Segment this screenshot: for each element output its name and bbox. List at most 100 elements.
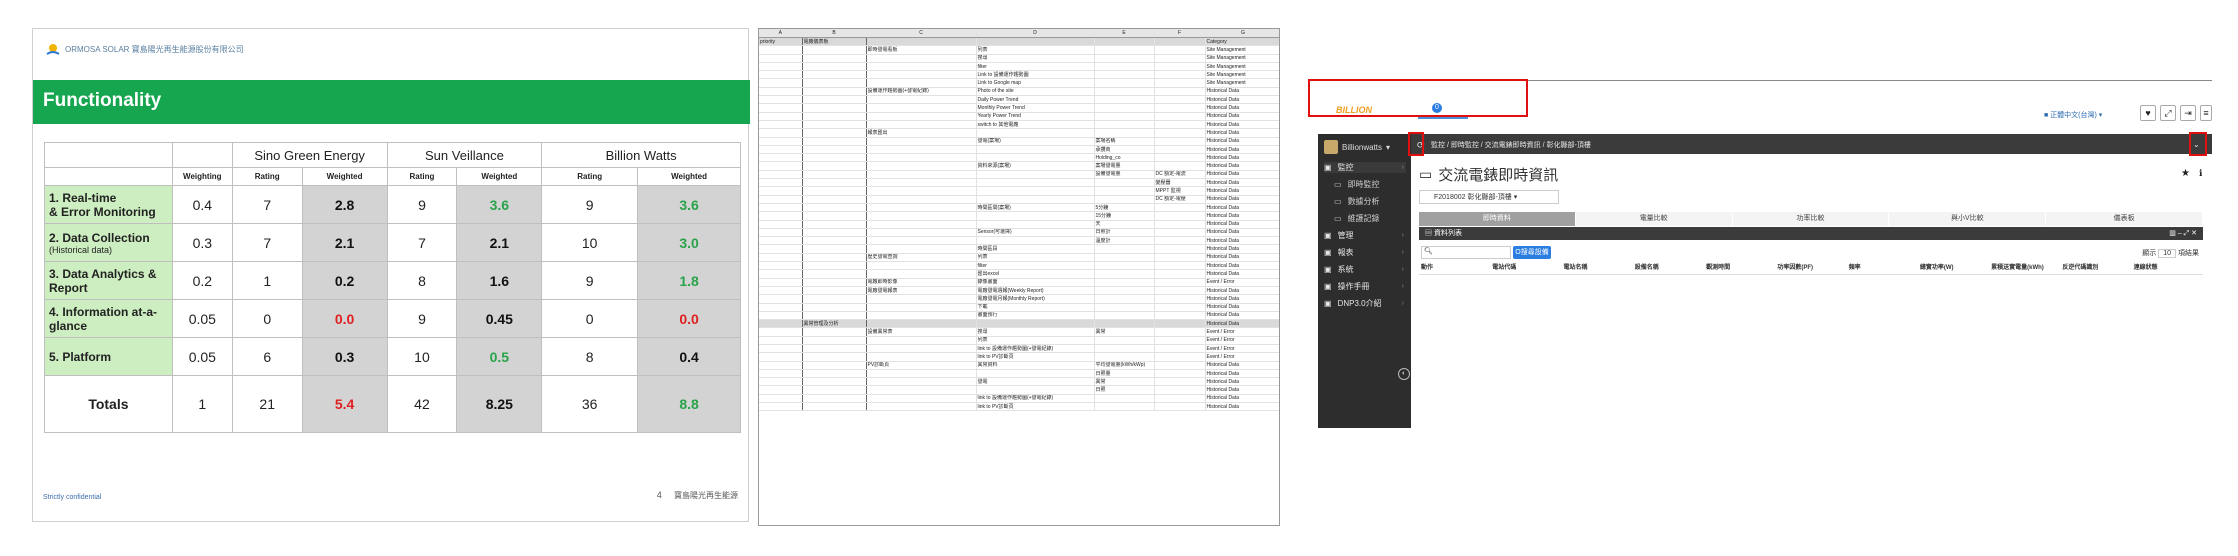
sheet-cell[interactable] <box>1094 311 1155 321</box>
sheet-cell[interactable] <box>1094 128 1155 138</box>
sheet-cell[interactable] <box>1094 319 1155 329</box>
sheet-cell[interactable] <box>866 344 977 354</box>
sheet-cell[interactable]: MPPT 監視 <box>1154 186 1206 196</box>
sheet-cell[interactable] <box>1094 62 1155 72</box>
sheet-cell[interactable] <box>866 178 977 188</box>
sheet-cell[interactable]: priority <box>759 37 803 47</box>
sidebar-item[interactable]: ▭ 維護記錄 <box>1334 213 1416 224</box>
sheet-cell[interactable] <box>1094 402 1155 412</box>
sheet-cell[interactable] <box>802 294 867 304</box>
sheet-cell[interactable] <box>866 120 977 130</box>
sheet-cell[interactable]: Site Management <box>1205 62 1279 72</box>
sheet-cell[interactable] <box>866 377 977 387</box>
sheet-cell[interactable] <box>866 203 977 213</box>
sheet-cell[interactable]: 匯出excel <box>976 269 1095 279</box>
column-header[interactable]: 電站代碼 <box>1490 262 1561 274</box>
sheet-cell[interactable] <box>759 170 803 180</box>
sheet-cell[interactable] <box>802 394 867 404</box>
sheet-cell[interactable]: Historical Data <box>1205 319 1279 329</box>
sheet-cell[interactable] <box>759 45 803 55</box>
sheet-cell[interactable] <box>759 161 803 171</box>
sheet-cell[interactable]: Daily Power Trend <box>976 95 1095 105</box>
sheet-cell[interactable] <box>866 303 977 312</box>
sidebar-item[interactable]: ▣ 操作手冊 › <box>1324 281 1406 292</box>
sheet-cell[interactable] <box>802 78 867 88</box>
sheet-cell[interactable] <box>1154 278 1206 287</box>
sheet-cell[interactable]: Historical Data <box>1205 161 1279 171</box>
sheet-cell[interactable] <box>802 153 867 163</box>
sheet-cell[interactable] <box>802 45 867 55</box>
sheet-cell[interactable]: Site Management <box>1205 70 1279 80</box>
sheet-cell[interactable]: 異常 <box>1094 377 1155 387</box>
sheet-cell[interactable]: Link to Google map <box>976 78 1095 88</box>
sheet-cell[interactable] <box>1094 37 1155 47</box>
sheet-cell[interactable]: link to PV診斷頁 <box>976 402 1095 412</box>
sheet-cell[interactable]: 異常 <box>1094 327 1155 337</box>
sheet-cell[interactable]: Site Management <box>1205 54 1279 63</box>
column-header[interactable]: 頻率 <box>1847 262 1918 274</box>
sheet-cell[interactable] <box>866 70 977 80</box>
sheet-cell[interactable] <box>802 311 867 321</box>
sheet-cell[interactable]: 承攬商 <box>1094 145 1155 155</box>
sheet-cell[interactable] <box>759 103 803 113</box>
sheet-cell[interactable]: Historical Data <box>1205 145 1279 155</box>
sheet-cell[interactable] <box>1094 344 1155 354</box>
sheet-cell[interactable]: filter <box>976 62 1095 72</box>
sheet-cell[interactable] <box>1154 211 1206 221</box>
sheet-cell[interactable] <box>1154 377 1206 387</box>
sheet-cell[interactable] <box>976 186 1095 196</box>
sheet-cell[interactable]: Historical Data <box>1205 286 1279 296</box>
page-size-control[interactable]: 顯示 10 項結果 <box>2142 248 2199 258</box>
sheet-cell[interactable] <box>1094 303 1155 312</box>
sheet-cell[interactable]: 即時發電看板 <box>866 45 977 55</box>
sheet-cell[interactable]: 溫度計 <box>1094 236 1155 246</box>
sheet-cell[interactable] <box>759 286 803 296</box>
sheet-cell[interactable] <box>802 137 867 146</box>
sheet-cell[interactable] <box>802 261 867 271</box>
sheet-cell[interactable] <box>802 361 867 370</box>
sheet-cell[interactable]: 15分鐘 <box>1094 211 1155 221</box>
info-icon[interactable]: ℹ <box>2199 168 2202 179</box>
sheet-cell[interactable] <box>759 54 803 63</box>
sheet-cell[interactable] <box>1154 253 1206 263</box>
sheet-cell[interactable] <box>1154 294 1206 304</box>
sheet-cell[interactable] <box>759 244 803 254</box>
sheet-cell[interactable]: 搜尋 <box>976 327 1095 337</box>
sheet-cell[interactable] <box>976 211 1095 221</box>
sheet-cell[interactable] <box>866 236 977 246</box>
sheet-cell[interactable] <box>866 78 977 88</box>
sheet-cell[interactable]: 日照量 <box>1094 369 1155 379</box>
sheet-cell[interactable] <box>1154 153 1206 163</box>
sheet-cell[interactable] <box>866 294 977 304</box>
sheet-cell[interactable] <box>1154 261 1206 271</box>
sheet-cell[interactable]: Historical Data <box>1205 261 1279 271</box>
sheet-cell[interactable]: Event / Error <box>1205 344 1279 354</box>
sheet-cell[interactable] <box>866 161 977 171</box>
sheet-cell[interactable] <box>759 311 803 321</box>
search-device-button[interactable]: O搜尋設備 <box>1513 246 1551 259</box>
sheet-cell[interactable]: Historical Data <box>1205 385 1279 395</box>
sheet-cell[interactable] <box>759 95 803 105</box>
sheet-cell[interactable] <box>802 145 867 155</box>
sheet-cell[interactable] <box>1154 120 1206 130</box>
sheet-cell[interactable]: Historical Data <box>1205 112 1279 121</box>
sheet-cell[interactable] <box>1094 336 1155 346</box>
sidebar-item[interactable]: ▣ 監控 › <box>1324 162 1406 173</box>
tab-2[interactable]: 功率比較 <box>1732 212 1890 226</box>
sheet-cell[interactable]: 錄像畫面 <box>976 278 1095 287</box>
sheet-cell[interactable] <box>1154 361 1206 370</box>
sheet-cell[interactable] <box>1094 112 1155 121</box>
sheet-cell[interactable]: Holding_co <box>1094 153 1155 163</box>
sheet-cell[interactable] <box>1154 336 1206 346</box>
sheet-cell[interactable] <box>759 377 803 387</box>
sheet-cell[interactable] <box>759 211 803 221</box>
sidebar-item[interactable]: ▣ 管理 › <box>1324 230 1406 241</box>
sheet-cell[interactable] <box>759 220 803 229</box>
column-header[interactable]: E <box>1094 29 1155 38</box>
sheet-cell[interactable] <box>802 352 867 362</box>
sheet-cell[interactable] <box>1154 269 1206 279</box>
sheet-cell[interactable] <box>866 54 977 63</box>
sheet-cell[interactable]: Category <box>1205 37 1279 47</box>
sheet-cell[interactable] <box>1154 87 1206 97</box>
sheet-cell[interactable] <box>866 352 977 362</box>
